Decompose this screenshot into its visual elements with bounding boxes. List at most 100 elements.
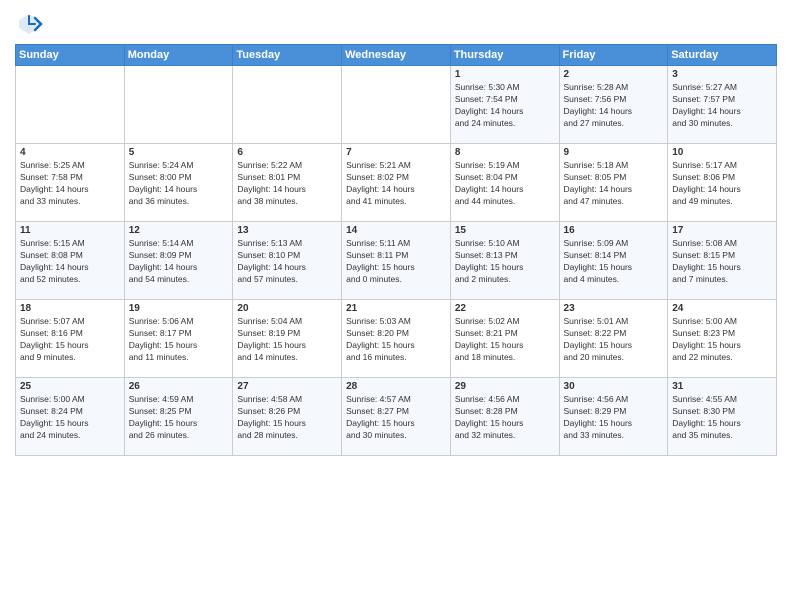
day-cell-22: 22 Sunrise: 5:02 AM Sunset: 8:21 PM Dayli… (450, 300, 559, 378)
day-cell-26: 26 Sunrise: 4:59 AM Sunset: 8:25 PM Dayli… (124, 378, 233, 456)
day-content: Sunrise: 5:07 AM Sunset: 8:16 PM Dayligh… (20, 316, 120, 364)
day-number: 16 (564, 225, 664, 236)
day-content: Sunrise: 5:24 AM Sunset: 8:00 PM Dayligh… (129, 160, 229, 208)
day-number: 31 (672, 381, 772, 392)
day-number: 10 (672, 147, 772, 158)
day-content: Sunrise: 5:27 AM Sunset: 7:57 PM Dayligh… (672, 82, 772, 130)
day-cell-13: 13 Sunrise: 5:13 AM Sunset: 8:10 PM Dayli… (233, 222, 342, 300)
week-row-5: 25Sunrise: 5:00 AM Sunset: 8:24 PM Dayli… (16, 378, 777, 456)
day-number: 30 (564, 381, 664, 392)
day-number: 27 (237, 381, 337, 392)
calendar-table: SundayMondayTuesdayWednesdayThursdayFrid… (15, 44, 777, 456)
week-row-1: 1 Sunrise: 5:30 AM Sunset: 7:54 PM Daylig… (16, 66, 777, 144)
day-cell-23: 23 Sunrise: 5:01 AM Sunset: 8:22 PM Dayli… (559, 300, 668, 378)
day-number: 14 (346, 225, 446, 236)
day-content: Sunrise: 5:01 AM Sunset: 8:22 PM Dayligh… (564, 316, 664, 364)
day-number: 13 (237, 225, 337, 236)
day-content: Sunrise: 5:22 AM Sunset: 8:01 PM Dayligh… (237, 160, 337, 208)
day-content: Sunrise: 5:00 AM Sunset: 8:23 PM Dayligh… (672, 316, 772, 364)
col-header-monday: Monday (124, 45, 233, 66)
day-content: Sunrise: 5:30 AM Sunset: 7:54 PM Dayligh… (455, 82, 555, 130)
day-number: 26 (129, 381, 229, 392)
day-cell-3: 3Sunrise: 5:27 AM Sunset: 7:57 PM Daylig… (668, 66, 777, 144)
day-cell-21: 21 Sunrise: 5:03 AM Sunset: 8:20 PM Dayli… (342, 300, 451, 378)
day-cell-31: 31 Sunrise: 4:55 AM Sunset: 8:30 PM Dayli… (668, 378, 777, 456)
empty-cell (16, 66, 125, 144)
day-number: 23 (564, 303, 664, 314)
empty-cell (124, 66, 233, 144)
day-content: Sunrise: 5:21 AM Sunset: 8:02 PM Dayligh… (346, 160, 446, 208)
day-content: Sunrise: 5:09 AM Sunset: 8:14 PM Dayligh… (564, 238, 664, 286)
day-number: 6 (237, 147, 337, 158)
day-number: 28 (346, 381, 446, 392)
day-cell-16: 16 Sunrise: 5:09 AM Sunset: 8:14 PM Dayli… (559, 222, 668, 300)
day-content: Sunrise: 5:25 AM Sunset: 7:58 PM Dayligh… (20, 160, 120, 208)
day-number: 18 (20, 303, 120, 314)
day-number: 2 (564, 69, 664, 80)
day-number: 24 (672, 303, 772, 314)
day-cell-2: 2Sunrise: 5:28 AM Sunset: 7:56 PM Daylig… (559, 66, 668, 144)
day-content: Sunrise: 5:18 AM Sunset: 8:05 PM Dayligh… (564, 160, 664, 208)
day-content: Sunrise: 4:57 AM Sunset: 8:27 PM Dayligh… (346, 394, 446, 442)
day-content: Sunrise: 5:13 AM Sunset: 8:10 PM Dayligh… (237, 238, 337, 286)
day-number: 20 (237, 303, 337, 314)
day-content: Sunrise: 5:17 AM Sunset: 8:06 PM Dayligh… (672, 160, 772, 208)
day-cell-18: 18 Sunrise: 5:07 AM Sunset: 8:16 PM Dayli… (16, 300, 125, 378)
day-cell-12: 12 Sunrise: 5:14 AM Sunset: 8:09 PM Dayli… (124, 222, 233, 300)
week-row-4: 18 Sunrise: 5:07 AM Sunset: 8:16 PM Dayli… (16, 300, 777, 378)
week-row-2: 4 Sunrise: 5:25 AM Sunset: 7:58 PM Daylig… (16, 144, 777, 222)
day-content: Sunrise: 5:19 AM Sunset: 8:04 PM Dayligh… (455, 160, 555, 208)
day-number: 21 (346, 303, 446, 314)
day-cell-28: 28 Sunrise: 4:57 AM Sunset: 8:27 PM Dayli… (342, 378, 451, 456)
day-number: 17 (672, 225, 772, 236)
day-cell-17: 17Sunrise: 5:08 AM Sunset: 8:15 PM Dayli… (668, 222, 777, 300)
day-number: 8 (455, 147, 555, 158)
col-header-sunday: Sunday (16, 45, 125, 66)
day-number: 4 (20, 147, 120, 158)
header (15, 10, 777, 38)
day-number: 19 (129, 303, 229, 314)
day-content: Sunrise: 5:02 AM Sunset: 8:21 PM Dayligh… (455, 316, 555, 364)
day-cell-8: 8 Sunrise: 5:19 AM Sunset: 8:04 PM Daylig… (450, 144, 559, 222)
day-number: 11 (20, 225, 120, 236)
day-cell-9: 9 Sunrise: 5:18 AM Sunset: 8:05 PM Daylig… (559, 144, 668, 222)
col-header-friday: Friday (559, 45, 668, 66)
logo-icon (15, 10, 43, 38)
day-cell-14: 14Sunrise: 5:11 AM Sunset: 8:11 PM Dayli… (342, 222, 451, 300)
day-number: 25 (20, 381, 120, 392)
day-number: 29 (455, 381, 555, 392)
day-content: Sunrise: 5:06 AM Sunset: 8:17 PM Dayligh… (129, 316, 229, 364)
day-content: Sunrise: 4:59 AM Sunset: 8:25 PM Dayligh… (129, 394, 229, 442)
day-cell-10: 10 Sunrise: 5:17 AM Sunset: 8:06 PM Dayli… (668, 144, 777, 222)
day-number: 5 (129, 147, 229, 158)
day-cell-6: 6 Sunrise: 5:22 AM Sunset: 8:01 PM Daylig… (233, 144, 342, 222)
day-content: Sunrise: 5:04 AM Sunset: 8:19 PM Dayligh… (237, 316, 337, 364)
page: SundayMondayTuesdayWednesdayThursdayFrid… (0, 0, 792, 612)
day-number: 1 (455, 69, 555, 80)
day-content: Sunrise: 5:03 AM Sunset: 8:20 PM Dayligh… (346, 316, 446, 364)
day-content: Sunrise: 5:10 AM Sunset: 8:13 PM Dayligh… (455, 238, 555, 286)
week-row-3: 11 Sunrise: 5:15 AM Sunset: 8:08 PM Dayli… (16, 222, 777, 300)
day-cell-30: 30Sunrise: 4:56 AM Sunset: 8:29 PM Dayli… (559, 378, 668, 456)
day-cell-20: 20 Sunrise: 5:04 AM Sunset: 8:19 PM Dayli… (233, 300, 342, 378)
day-content: Sunrise: 4:55 AM Sunset: 8:30 PM Dayligh… (672, 394, 772, 442)
day-cell-5: 5 Sunrise: 5:24 AM Sunset: 8:00 PM Daylig… (124, 144, 233, 222)
day-number: 12 (129, 225, 229, 236)
col-header-wednesday: Wednesday (342, 45, 451, 66)
empty-cell (233, 66, 342, 144)
day-cell-4: 4 Sunrise: 5:25 AM Sunset: 7:58 PM Daylig… (16, 144, 125, 222)
day-cell-27: 27 Sunrise: 4:58 AM Sunset: 8:26 PM Dayli… (233, 378, 342, 456)
day-number: 9 (564, 147, 664, 158)
day-content: Sunrise: 5:14 AM Sunset: 8:09 PM Dayligh… (129, 238, 229, 286)
header-row: SundayMondayTuesdayWednesdayThursdayFrid… (16, 45, 777, 66)
day-cell-7: 7Sunrise: 5:21 AM Sunset: 8:02 PM Daylig… (342, 144, 451, 222)
day-number: 22 (455, 303, 555, 314)
day-content: Sunrise: 4:56 AM Sunset: 8:28 PM Dayligh… (455, 394, 555, 442)
day-content: Sunrise: 4:58 AM Sunset: 8:26 PM Dayligh… (237, 394, 337, 442)
day-cell-1: 1 Sunrise: 5:30 AM Sunset: 7:54 PM Daylig… (450, 66, 559, 144)
day-cell-25: 25Sunrise: 5:00 AM Sunset: 8:24 PM Dayli… (16, 378, 125, 456)
day-number: 15 (455, 225, 555, 236)
day-content: Sunrise: 5:15 AM Sunset: 8:08 PM Dayligh… (20, 238, 120, 286)
day-cell-15: 15 Sunrise: 5:10 AM Sunset: 8:13 PM Dayli… (450, 222, 559, 300)
day-cell-24: 24 Sunrise: 5:00 AM Sunset: 8:23 PM Dayli… (668, 300, 777, 378)
